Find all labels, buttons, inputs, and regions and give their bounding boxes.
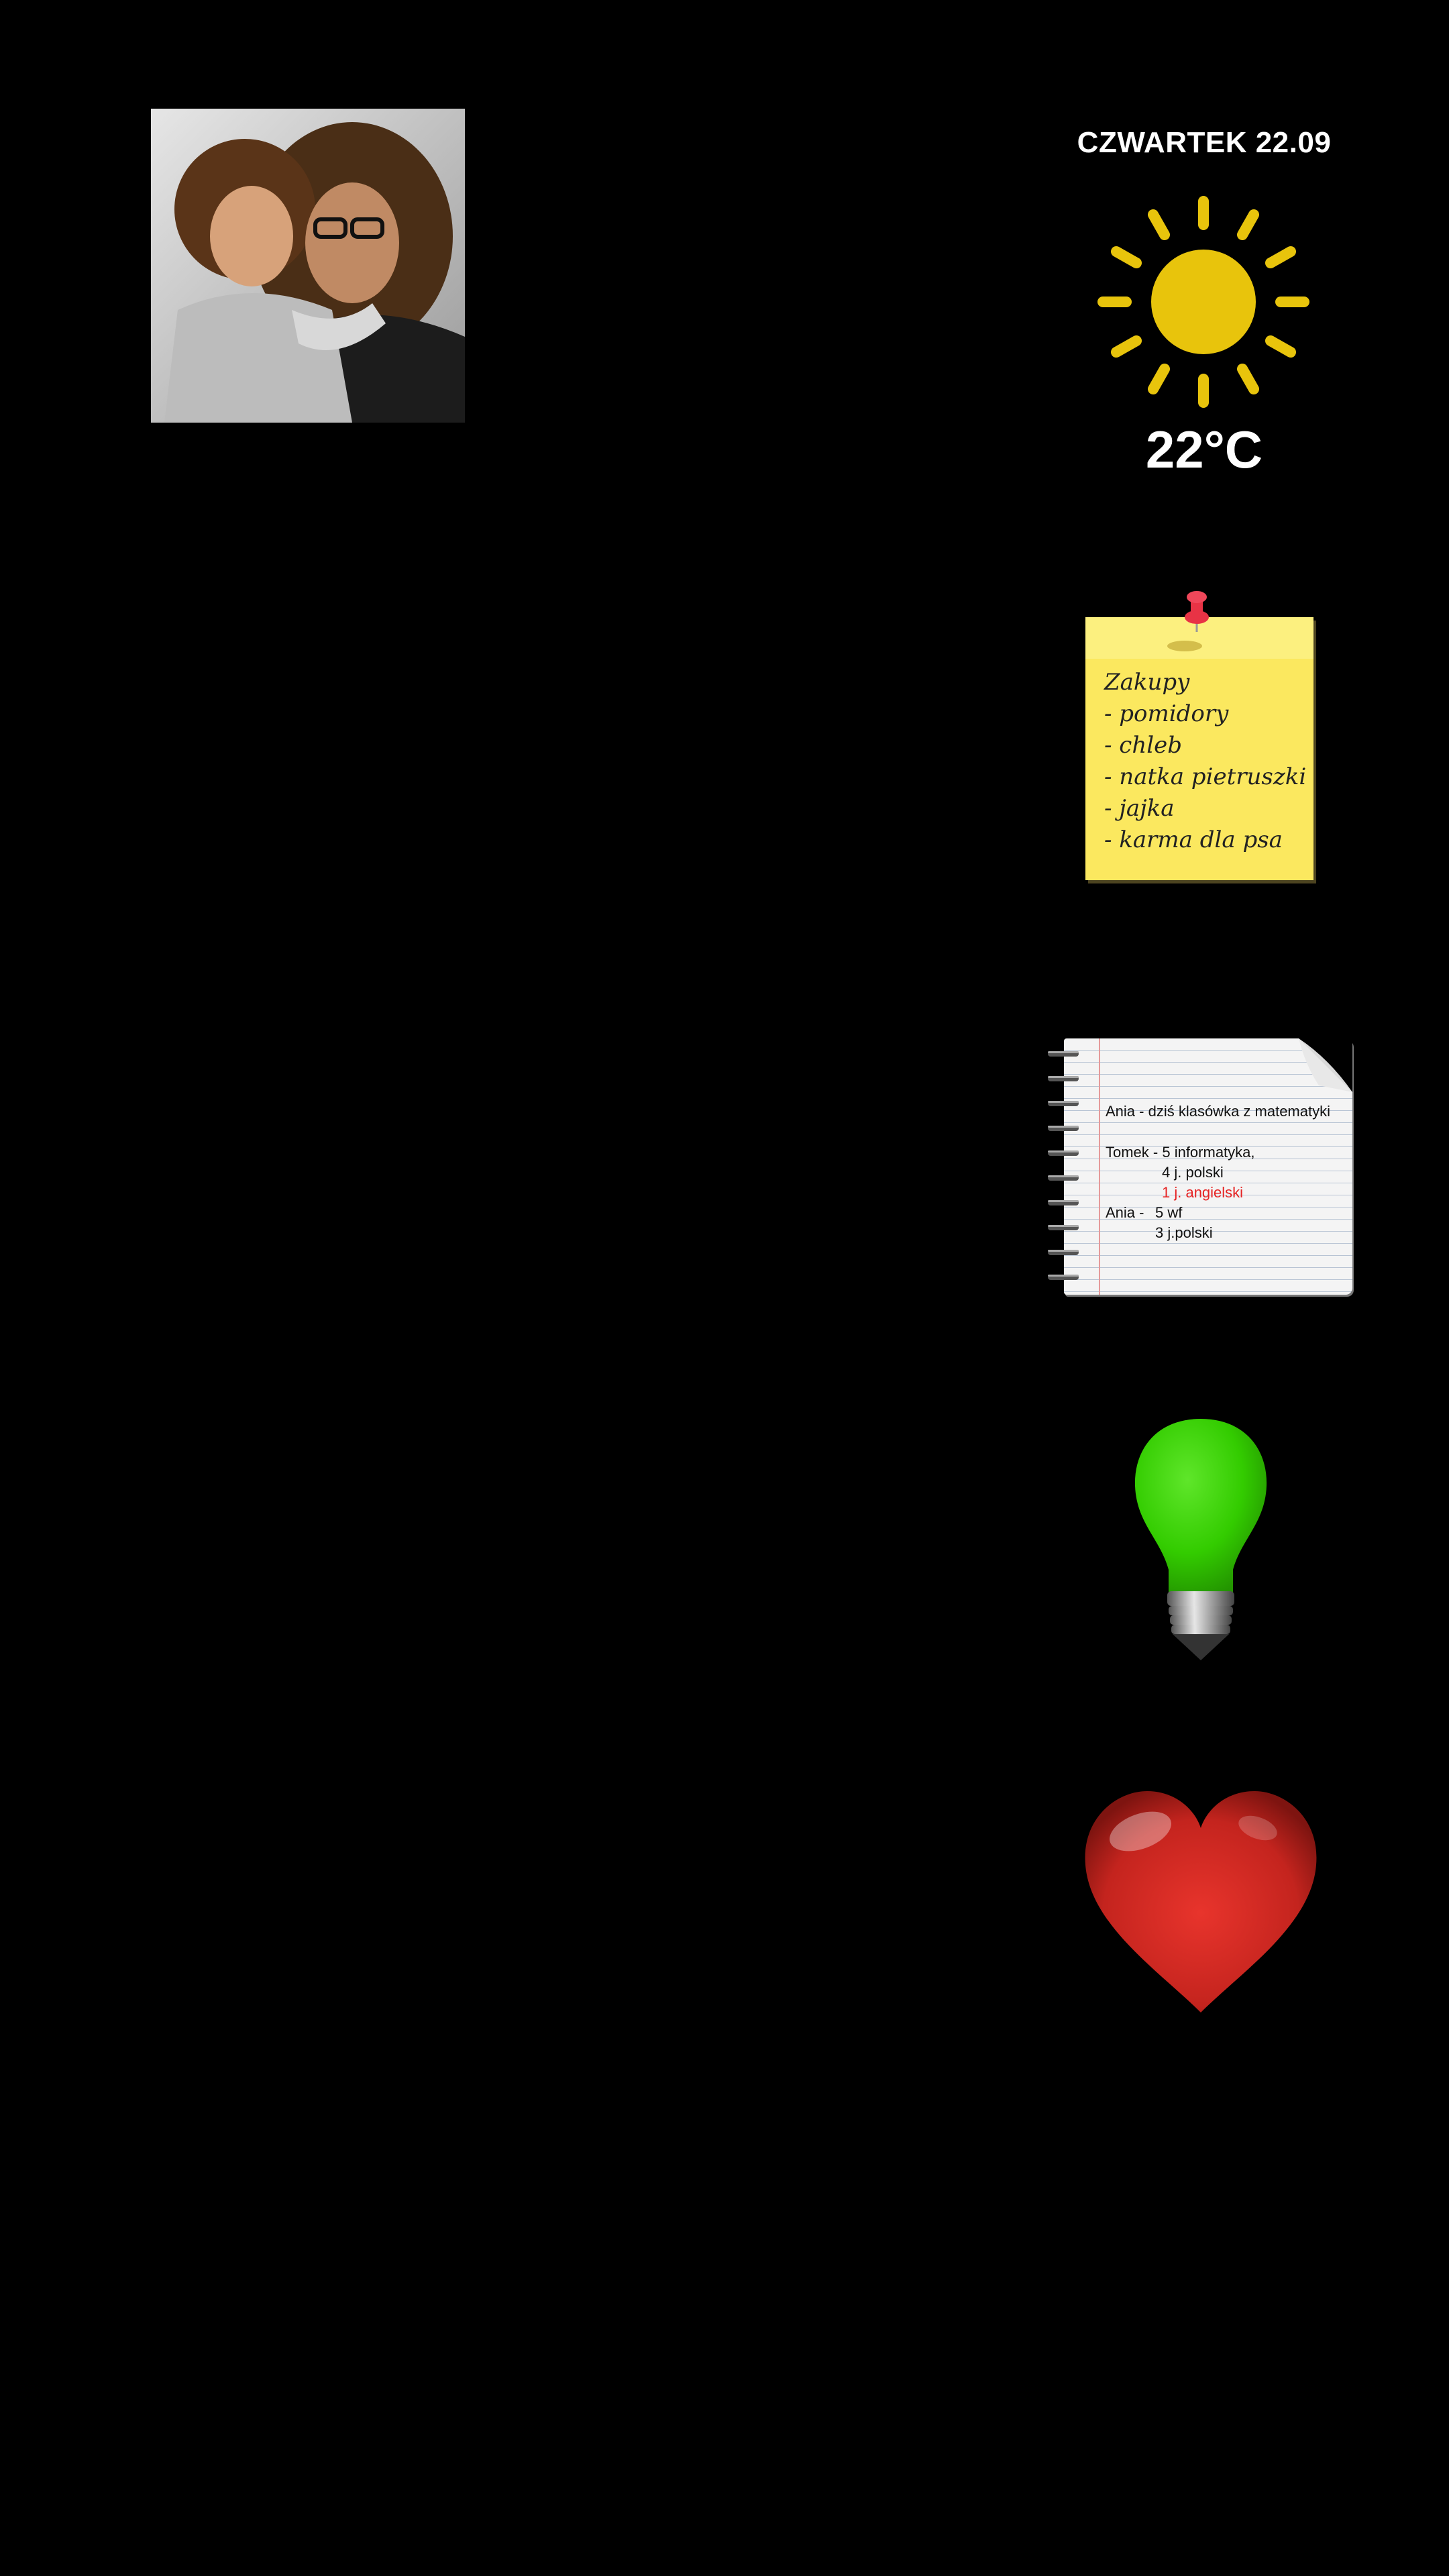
shopping-list-item: - jajka (1104, 795, 1175, 822)
spiral-ring-icon (1048, 1225, 1079, 1230)
notebook-tomek-grade-bad: 1 j. angielski (1162, 1184, 1244, 1201)
shopping-list-item: - natka pietruszki (1104, 763, 1307, 790)
photo-image (151, 109, 465, 423)
notebook-margin-line (1099, 1038, 1100, 1295)
notebook-ania-label: Ania - (1106, 1204, 1144, 1221)
pushpin-icon (1167, 591, 1209, 651)
shopping-list-item: - karma dla psa (1104, 826, 1283, 853)
notebook-tomek-grade: 4 j. polski (1162, 1164, 1224, 1181)
spiral-ring-icon (1048, 1076, 1079, 1081)
spiral-ring-icon (1048, 1175, 1079, 1181)
notebook-ania-grade: 5 wf (1155, 1204, 1183, 1221)
page-curl-icon (1299, 1038, 1352, 1092)
notebook-ania-grade: 3 j.polski (1155, 1224, 1213, 1241)
shopping-list-item: - pomidory (1104, 700, 1229, 727)
spiral-ring-icon (1048, 1250, 1079, 1255)
temperature-readout: 22°C (1145, 420, 1263, 479)
sun-icon (1097, 196, 1309, 408)
weather-date: CZWARTEK 22.09 (1077, 126, 1332, 159)
shopping-list: Zakupy - pomidory - chleb - natka pietru… (1104, 667, 1306, 856)
lightbulb-icon[interactable] (1127, 1415, 1275, 1667)
spiral-ring-icon (1048, 1126, 1079, 1131)
shopping-list-item: - chleb (1104, 732, 1182, 759)
spiral-ring-icon (1048, 1101, 1079, 1106)
spiral-ring-icon (1048, 1051, 1079, 1057)
spiral-ring-icon (1048, 1200, 1079, 1205)
shopping-list-title: Zakupy (1104, 669, 1190, 696)
heart-icon[interactable] (1080, 1791, 1322, 2019)
notebook-tomek-label: Tomek - 5 informatyka, (1106, 1144, 1255, 1161)
shopping-sticky-note[interactable]: Zakupy - pomidory - chleb - natka pietru… (1085, 584, 1317, 882)
school-notebook[interactable]: Ania - dziś klasówka z matematyki Tomek … (1046, 1038, 1354, 1296)
spiral-ring-icon (1048, 1275, 1079, 1280)
notebook-note-test: Ania - dziś klasówka z matematyki (1106, 1103, 1330, 1120)
family-photo (151, 109, 465, 423)
spiral-ring-icon (1048, 1150, 1079, 1156)
